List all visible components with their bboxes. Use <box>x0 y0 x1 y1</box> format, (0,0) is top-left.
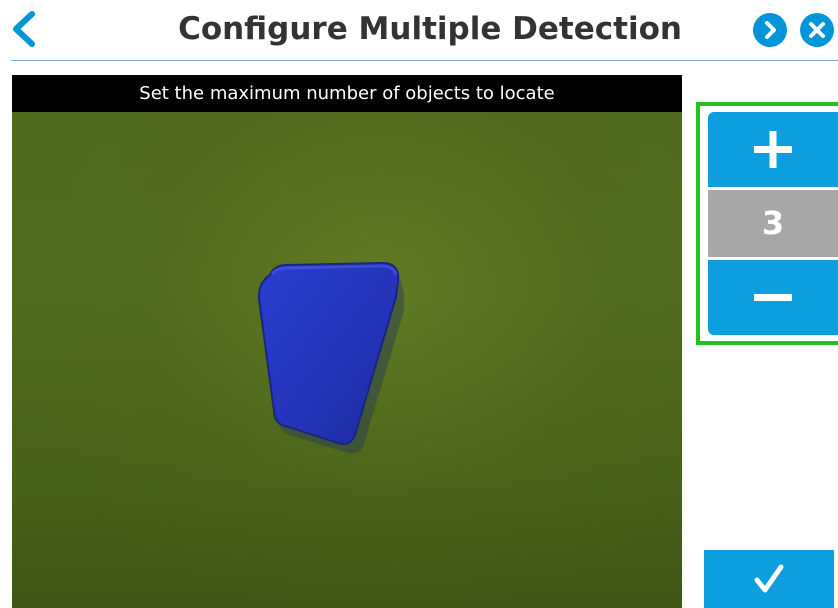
camera-view: Set the maximum number of objects to loc… <box>12 75 682 608</box>
instruction-banner: Set the maximum number of objects to loc… <box>12 75 682 112</box>
max-objects-value: 3 <box>708 190 838 257</box>
close-icon <box>809 22 825 38</box>
chevron-left-icon <box>13 11 35 47</box>
header-bar: Configure Multiple Detection <box>0 0 838 60</box>
page-title: Configure Multiple Detection <box>178 11 682 47</box>
plus-icon <box>754 131 792 168</box>
detected-object <box>257 261 405 454</box>
back-button[interactable] <box>4 8 44 50</box>
checkmark-icon <box>754 564 784 593</box>
decrement-button[interactable] <box>708 260 838 335</box>
header-divider <box>11 60 838 61</box>
play-icon <box>765 21 776 39</box>
increment-button[interactable] <box>708 112 838 187</box>
play-button[interactable] <box>753 13 787 47</box>
confirm-button[interactable] <box>704 550 834 608</box>
close-button[interactable] <box>800 13 834 47</box>
minus-icon <box>754 294 792 301</box>
app-window: Configure Multiple Detection Set the max… <box>0 0 838 608</box>
